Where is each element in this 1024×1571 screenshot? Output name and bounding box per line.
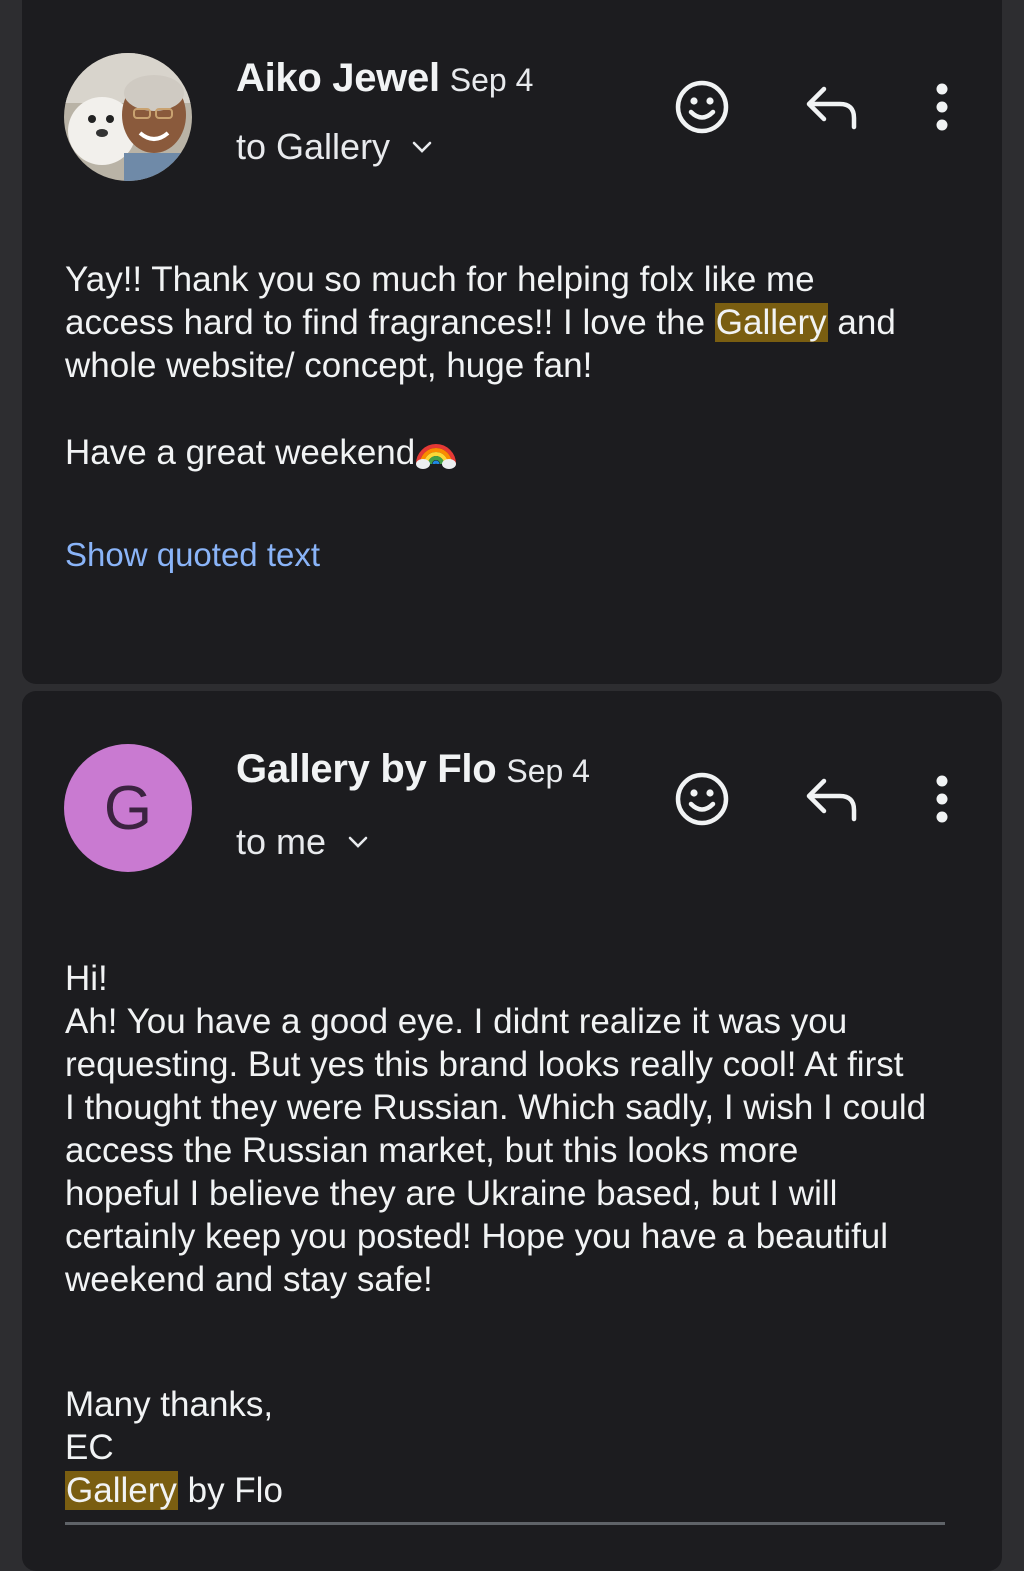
- sender-avatar[interactable]: G: [64, 744, 192, 872]
- body-line: certainly keep you posted! Hope you have…: [65, 1217, 889, 1256]
- sender-line: Gallery by Flo Sep 4: [236, 747, 590, 792]
- reply-button[interactable]: [800, 767, 864, 831]
- signature: Many thanks, EC Gallery by Flo: [65, 1383, 965, 1512]
- message-date: Sep 4: [506, 753, 590, 789]
- recipient-toggle[interactable]: to Gallery: [236, 126, 434, 168]
- message-card-gallery: G Gallery by Flo Sep 4 to me Hi! Ah! You…: [22, 691, 1002, 1571]
- more-vert-icon: [936, 775, 948, 823]
- message-body: Hi! Ah! You have a good eye. I didnt rea…: [65, 957, 965, 1301]
- rainbow-emoji-icon: [416, 444, 457, 469]
- divider: [65, 1522, 945, 1525]
- chevron-down-icon: [412, 141, 432, 153]
- more-options-button[interactable]: [910, 75, 974, 139]
- add-reaction-button[interactable]: [670, 75, 734, 139]
- chevron-down-icon: [348, 836, 368, 848]
- add-reaction-button[interactable]: [670, 767, 734, 831]
- reply-icon: [806, 778, 857, 822]
- body-text-segment: and: [827, 303, 896, 342]
- sender-avatar[interactable]: [64, 53, 192, 181]
- body-line: Hi!: [65, 959, 108, 998]
- avatar-letter: G: [103, 773, 153, 843]
- emoji-reaction-icon: [675, 772, 729, 826]
- body-line: weekend and stay safe!: [65, 1260, 433, 1299]
- avatar-photo: [64, 53, 192, 181]
- signature-line: EC: [65, 1428, 114, 1467]
- search-highlight: Gallery: [714, 303, 828, 342]
- show-quoted-text-link[interactable]: Show quoted text: [65, 536, 320, 574]
- reply-icon: [806, 86, 857, 130]
- body-line: requesting. But yes this brand looks rea…: [65, 1045, 904, 1084]
- emoji-reaction-icon: [675, 80, 729, 134]
- message-date: Sep 4: [449, 62, 534, 98]
- reply-button[interactable]: [800, 75, 864, 139]
- closing-line: Have a great weekend: [65, 430, 965, 474]
- recipient-text: to me: [236, 821, 327, 862]
- recipient-toggle[interactable]: to me: [236, 821, 370, 863]
- body-line: Ah! You have a good eye. I didnt realize…: [65, 1002, 848, 1041]
- sender-name[interactable]: Aiko Jewel: [236, 56, 440, 100]
- search-highlight: Gallery: [65, 1471, 178, 1510]
- signature-text-segment: by Flo: [177, 1471, 283, 1510]
- message-body: Yay!! Thank you so much for helping folx…: [65, 258, 965, 387]
- body-text-segment: access hard to find fragrances!! I love …: [65, 303, 715, 342]
- sender-line: Aiko Jewel Sep 4: [236, 56, 533, 101]
- body-line: access hard to find fragrances!! I love …: [65, 301, 965, 344]
- message-card-aiko: Aiko Jewel Sep 4 to Gallery Yay!! Thank y…: [22, 0, 1002, 684]
- signature-line: Gallery by Flo: [65, 1469, 965, 1512]
- sender-name[interactable]: Gallery by Flo: [236, 747, 497, 791]
- body-line: Yay!! Thank you so much for helping folx…: [65, 260, 815, 299]
- more-vert-icon: [936, 83, 948, 131]
- recipient-text: to Gallery: [236, 126, 391, 167]
- body-line: hopeful I believe they are Ukraine based…: [65, 1174, 838, 1213]
- signature-line: Many thanks,: [65, 1385, 274, 1424]
- body-line: I thought they were Russian. Which sadly…: [65, 1088, 927, 1127]
- body-line: whole website/ concept, huge fan!: [65, 346, 593, 385]
- closing-text: Have a great weekend: [65, 433, 416, 472]
- more-options-button[interactable]: [910, 767, 974, 831]
- body-line: access the Russian market, but this look…: [65, 1131, 799, 1170]
